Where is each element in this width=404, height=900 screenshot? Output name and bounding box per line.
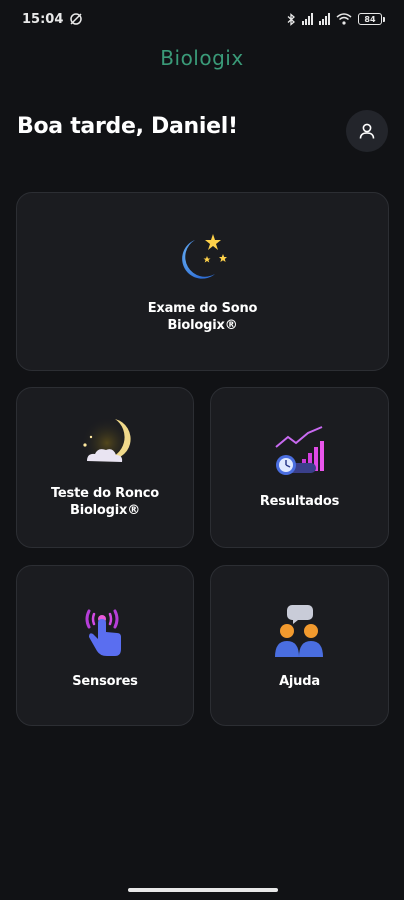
- chart-clock-icon: [274, 426, 324, 475]
- card-label-line2: Biologix®: [167, 317, 238, 333]
- snore-test-card[interactable]: Teste do Ronco Biologix®: [16, 387, 194, 548]
- battery-icon: 84: [358, 13, 385, 25]
- home-indicator[interactable]: [128, 888, 278, 892]
- card-label: Teste do Ronco Biologix®: [51, 485, 159, 519]
- card-label: Exame do Sono Biologix®: [148, 300, 258, 334]
- people-chat-icon: [274, 605, 323, 657]
- app-brand: Biologix: [160, 46, 244, 70]
- card-label-line1: Exame do Sono: [147, 300, 258, 316]
- card-label-line1: Ajuda: [279, 674, 320, 689]
- results-card[interactable]: Resultados: [210, 387, 389, 548]
- profile-button[interactable]: [346, 110, 388, 152]
- card-label-line2: Biologix®: [69, 502, 141, 518]
- moon-stars-icon: [181, 233, 227, 279]
- hand-signal-icon: [85, 609, 121, 656]
- bluetooth-icon: [287, 12, 295, 26]
- help-card[interactable]: Ajuda: [210, 565, 389, 726]
- card-label: Ajuda: [279, 673, 320, 690]
- sensors-card[interactable]: Sensores: [16, 565, 194, 726]
- sleep-exam-card[interactable]: Exame do Sono Biologix®: [16, 192, 389, 371]
- signal-icon: [302, 13, 313, 25]
- status-left: 15:04: [22, 12, 83, 27]
- status-right: 84: [287, 12, 385, 26]
- battery-level: 84: [364, 14, 376, 24]
- moon-cloud-icon: [81, 416, 133, 469]
- card-label-line1: Teste do Ronco: [50, 485, 160, 501]
- card-label: Resultados: [260, 493, 339, 510]
- card-label-line1: Resultados: [259, 494, 340, 509]
- signal-icon-2: [319, 13, 330, 25]
- greeting-title: Boa tarde, Daniel!: [17, 114, 238, 139]
- sync-off-icon: [70, 13, 83, 25]
- status-time: 15:04: [22, 11, 64, 27]
- status-bar: 15:04 84: [0, 0, 404, 38]
- card-label: Sensores: [72, 673, 138, 690]
- wifi-icon: [336, 13, 352, 25]
- user-icon: [359, 123, 375, 139]
- card-label-line1: Sensores: [72, 674, 138, 689]
